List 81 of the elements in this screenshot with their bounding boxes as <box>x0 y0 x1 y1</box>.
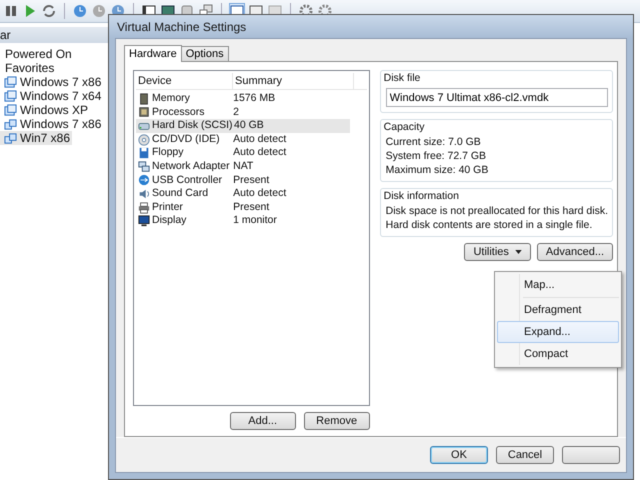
info-text: Disk space is not preallocated for this hard disk. <box>386 206 608 217</box>
cpu-icon <box>138 106 150 118</box>
cdrom-icon <box>138 134 150 146</box>
device-name: Memory <box>152 92 190 106</box>
dialog-button[interactable]: Cancel <box>496 446 554 464</box>
device-name: USB Controller <box>152 174 222 188</box>
vm-team-icon <box>4 132 17 144</box>
column-header[interactable]: Summary <box>232 73 353 89</box>
device-row[interactable]: Sound Card Auto detect <box>136 187 350 201</box>
menu-item[interactable]: Expand... <box>497 321 619 343</box>
vm-item[interactable]: Windows 7 x64 <box>0 89 104 103</box>
utilities-button[interactable]: Utilities <box>464 243 531 261</box>
refresh-icon[interactable] <box>42 4 56 18</box>
sidebar-item[interactable]: Powered On <box>0 47 110 61</box>
capacity-text: Current size: 7.0 GB <box>386 137 482 148</box>
device-name: Network Adapter <box>152 160 230 174</box>
device-summary: Auto detect <box>232 187 288 201</box>
device-row[interactable]: Memory 1576 MB <box>136 92 350 106</box>
device-row[interactable]: Display 1 monitor <box>136 214 350 228</box>
sidebar-item[interactable]: Favorites <box>0 61 110 75</box>
memory-icon <box>138 92 150 105</box>
tab[interactable]: Hardware <box>124 45 182 62</box>
device-row[interactable]: CD/DVD (IDE) Auto detect <box>136 132 350 146</box>
vm-item[interactable]: Windows 7 x86 <box>0 75 104 89</box>
tab[interactable]: Options <box>180 46 229 61</box>
device-row[interactable]: USB Controller Present <box>136 174 350 188</box>
device-summary: NAT <box>232 160 254 174</box>
caret-icon <box>514 250 522 254</box>
column-header[interactable]: Device <box>136 73 232 89</box>
pause-icon[interactable] <box>4 4 18 18</box>
device-name: Display <box>152 214 186 228</box>
capacity-text: System free: 72.7 GB <box>386 151 488 162</box>
vm-item[interactable]: Windows 7 x86 <box>0 117 104 131</box>
vm-icon <box>4 76 17 88</box>
window-title: Virtual Machine Settings <box>117 20 246 34</box>
device-summary: Auto detect <box>232 146 288 160</box>
menu-item[interactable]: Compact <box>497 343 619 365</box>
group-title: Disk information <box>384 190 460 202</box>
device-summary: Present <box>232 174 270 188</box>
sidebar-header: ar <box>0 27 110 43</box>
advanced-button[interactable]: Advanced... <box>536 243 613 261</box>
capacity-text: Maximum size: 40 GB <box>386 165 490 176</box>
clock-icon[interactable] <box>73 4 87 18</box>
vm-item[interactable]: Windows XP <box>0 103 90 117</box>
display-icon <box>138 215 150 228</box>
device-row[interactable]: Floppy Auto detect <box>136 146 350 160</box>
device-summary: 1 monitor <box>232 214 278 228</box>
floppy-icon <box>138 147 150 160</box>
add-button[interactable]: Add... <box>230 412 296 430</box>
menu-item[interactable]: Map... <box>497 274 619 296</box>
vm-item[interactable]: Win7 x86 <box>0 131 72 145</box>
info-text: Hard disk contents are stored in a single file. <box>386 220 594 231</box>
device-summary: 2 <box>232 106 240 120</box>
printer-icon <box>138 202 150 214</box>
device-name: Printer <box>152 200 183 214</box>
device-row[interactable]: Printer Present <box>136 200 350 214</box>
remove-button[interactable]: Remove <box>304 412 370 430</box>
vm-team-icon <box>4 118 17 130</box>
device-name: Floppy <box>152 146 184 160</box>
group-title: Disk file <box>384 72 422 84</box>
device-name: Hard Disk (SCSI) <box>152 119 233 133</box>
group-title: Capacity <box>384 121 426 133</box>
dialog-button[interactable] <box>562 446 620 464</box>
dialog-button[interactable]: OK <box>430 446 488 464</box>
vm-icon <box>4 90 17 102</box>
device-summary: 40 GB <box>233 119 265 133</box>
device-name: Sound Card <box>152 187 208 201</box>
play-icon[interactable] <box>23 4 37 18</box>
device-name: CD/DVD (IDE) <box>152 132 220 146</box>
device-row[interactable]: Hard Disk (SCSI)40 GB <box>136 119 350 133</box>
sound-icon <box>138 188 150 200</box>
disk-file-field[interactable]: Windows 7 Ultimat x86-cl2.vmdk <box>386 88 608 107</box>
device-summary: 1576 MB <box>232 92 276 106</box>
network-icon <box>138 160 150 173</box>
device-summary: Auto detect <box>232 132 288 146</box>
device-row[interactable]: Processors 2 <box>136 106 350 120</box>
device-row[interactable]: Network Adapter NAT <box>136 160 350 174</box>
device-name: Processors <box>152 106 205 120</box>
device-summary: Present <box>232 200 270 214</box>
vm-icon <box>4 104 17 116</box>
menu-item[interactable]: Defragment <box>497 299 619 321</box>
